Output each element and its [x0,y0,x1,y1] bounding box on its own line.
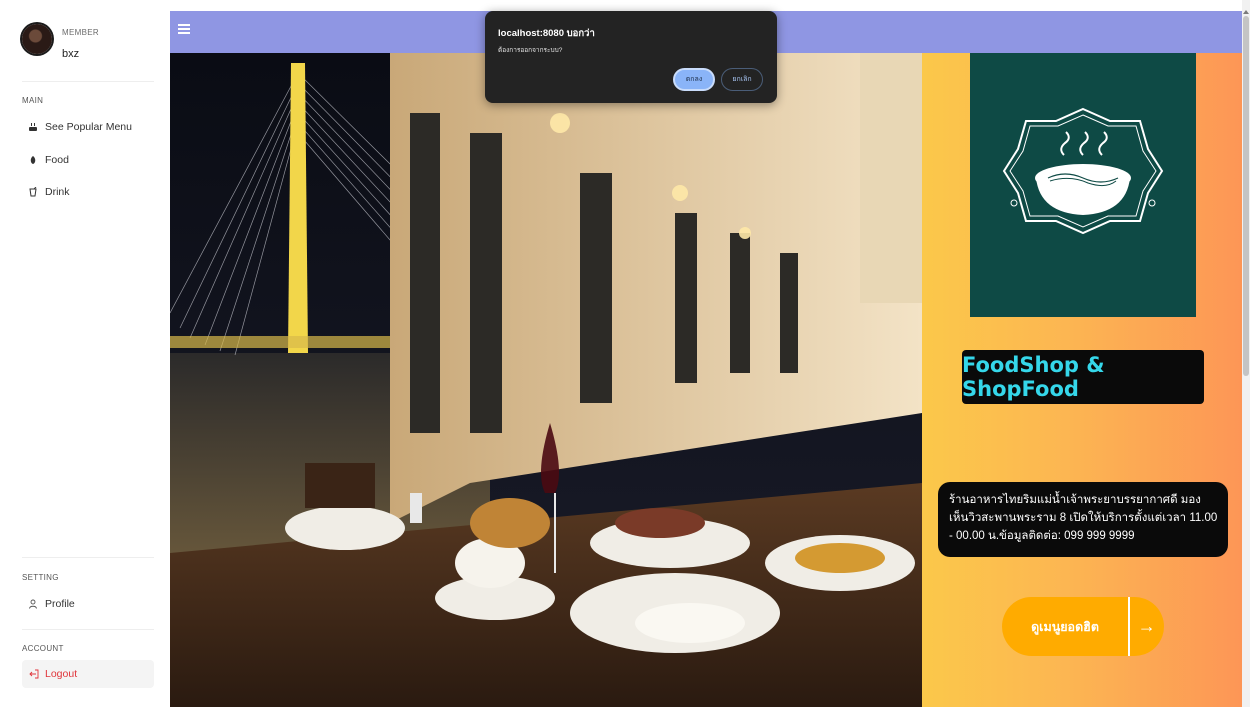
restaurant-photo [170,53,922,707]
user-icon [29,599,37,609]
sidebar-item-label: See Popular Menu [45,121,132,133]
section-setting: SETTING [22,573,59,582]
noodle-bowl-logo [1002,107,1164,235]
scroll-thumb[interactable] [1243,16,1249,376]
sidebar-item-label: Food [45,154,69,166]
hero-image [170,53,922,707]
avatar[interactable] [22,24,52,54]
cup-icon [29,123,37,131]
sidebar-divider [22,557,154,558]
sidebar-divider [22,629,154,630]
sidebar-item-popular-menu[interactable]: See Popular Menu [28,121,132,133]
member-role: MEMBER [62,28,99,37]
sidebar-item-food[interactable]: Food [28,154,69,166]
ok-button[interactable]: ตกลง [673,68,715,91]
cancel-button[interactable]: ยกเลิก [721,68,763,91]
logout-button[interactable]: Logout [22,660,154,688]
drink-icon [29,187,37,197]
dialog-title: localhost:8080 บอกว่า [498,28,595,39]
scroll-up-icon[interactable] [1243,10,1249,14]
logout-icon [29,669,39,679]
section-account: ACCOUNT [22,644,64,653]
popular-menu-button[interactable]: ดูเมนูยอดฮิต → [1002,597,1164,656]
member-name: bxz [62,48,80,60]
app-root: MEMBER bxz MAIN See Popular Menu Food Dr… [0,0,1250,707]
member-block [22,24,52,54]
sidebar-item-label: Profile [45,598,75,610]
sidebar-item-profile[interactable]: Profile [28,598,75,610]
shop-logo [970,53,1196,317]
page-scrollbar[interactable] [1242,0,1250,707]
hamburger-icon[interactable] [178,24,190,34]
arrow-right-icon: → [1137,616,1156,636]
sidebar: MEMBER bxz MAIN See Popular Menu Food Dr… [0,0,170,707]
shop-info: ร้านอาหารไทยริมแม่น้ำเจ้าพระยาบรรยากาศดี… [938,482,1228,557]
sidebar-item-label: Drink [45,186,70,198]
dialog-message: ต้องการออกจากระบบ? [498,47,563,54]
sidebar-divider [22,81,154,82]
promo-panel: FoodShop & ShopFood ร้านอาหารไทยริมแม่น้… [922,53,1242,707]
brand-name: FoodShop & ShopFood [962,350,1204,404]
logout-label: Logout [45,668,78,680]
cta-label: ดูเมนูยอดฮิต [1031,619,1099,634]
section-main: MAIN [22,96,44,105]
sidebar-item-drink[interactable]: Drink [28,186,70,198]
food-icon [30,156,36,164]
confirm-dialog: localhost:8080 บอกว่า ต้องการออกจากระบบ?… [485,11,777,103]
